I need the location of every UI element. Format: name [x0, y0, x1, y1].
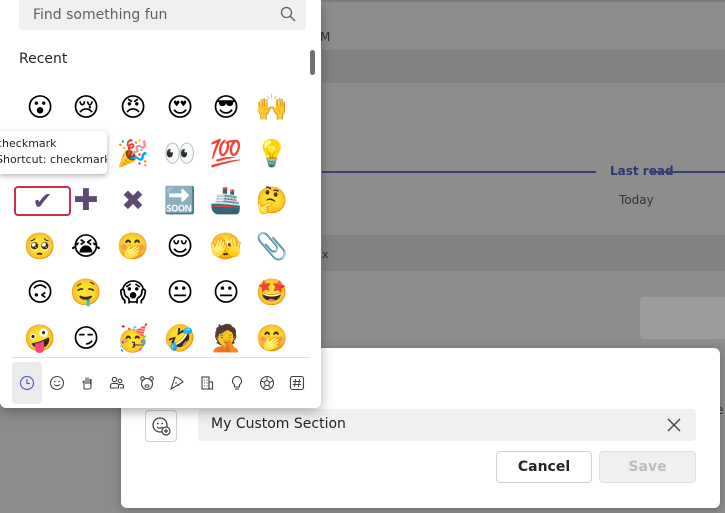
emoji-cell[interactable]: 🫣: [204, 225, 248, 269]
add-emoji-icon: [152, 417, 171, 436]
emoji-cell[interactable]: 😢: [64, 86, 108, 130]
building-icon: [201, 376, 214, 390]
emoji-tooltip: checkmark Shortcut: checkmark: [0, 131, 107, 174]
emoji-picker-button[interactable]: [145, 410, 177, 442]
emoji-cell[interactable]: 😏: [64, 317, 108, 354]
tooltip-shortcut: Shortcut: checkmark: [0, 153, 107, 166]
section-name-value: My Custom Section: [211, 416, 346, 432]
emoji-cell[interactable]: 🤤: [64, 271, 108, 315]
emoji-cell[interactable]: 🚢: [204, 179, 248, 223]
chat-row: [322, 50, 725, 83]
emoji-cell[interactable]: 🙌: [250, 86, 294, 130]
last-read-divider-right: [652, 171, 725, 173]
emoji-cell-checkmark-selected[interactable]: ✔: [14, 186, 71, 216]
emoji-cell[interactable]: ✚: [64, 179, 108, 223]
emoji-cell[interactable]: 🙃: [18, 271, 62, 315]
recent-section-title: Recent: [19, 51, 68, 67]
category-smileys[interactable]: [42, 362, 72, 404]
emoji-cell[interactable]: 😐: [204, 271, 248, 315]
emoji-cell[interactable]: 👀: [158, 132, 202, 176]
emoji-cell[interactable]: 🤣: [158, 317, 202, 354]
hashtag-icon: [289, 375, 305, 391]
category-objects[interactable]: [222, 362, 252, 404]
food-icon: [170, 376, 184, 391]
emoji-cell[interactable]: 😎: [204, 86, 248, 130]
emoji-cell[interactable]: 😠: [111, 86, 155, 130]
emoji-cell[interactable]: 🥺: [18, 225, 62, 269]
ball-icon: [259, 375, 275, 391]
category-gestures[interactable]: [72, 362, 102, 404]
emoji-cell[interactable]: 🎉: [111, 132, 155, 176]
emoji-cell[interactable]: 🔜: [158, 179, 202, 223]
emoji-cell[interactable]: 🤭: [111, 225, 155, 269]
category-bar: [12, 362, 310, 404]
search-icon: [280, 6, 296, 22]
smiley-icon: [49, 375, 65, 391]
emoji-cell[interactable]: 🤔: [250, 179, 294, 223]
emoji-picker: Find something fun Recent 😮 😢 😠 😍 😎 🙌 🎉 …: [0, 0, 321, 408]
emoji-cell[interactable]: 🤩: [250, 271, 294, 315]
emoji-cell[interactable]: 🥳: [111, 317, 155, 354]
category-activities[interactable]: [252, 362, 282, 404]
hand-icon: [82, 377, 92, 390]
emoji-cell[interactable]: 😱: [111, 271, 155, 315]
clear-icon[interactable]: [666, 417, 682, 433]
emoji-cell[interactable]: 🤦: [204, 317, 248, 354]
emoji-cell[interactable]: 😭: [64, 225, 108, 269]
people-icon: [109, 376, 125, 389]
category-places[interactable]: [192, 362, 222, 404]
search-placeholder: Find something fun: [33, 7, 168, 23]
emoji-cell[interactable]: 😌: [158, 225, 202, 269]
emoji-cell[interactable]: 📎: [250, 225, 294, 269]
clock-icon: [19, 375, 35, 391]
emoji-cell[interactable]: 😐: [158, 271, 202, 315]
emoji-cell[interactable]: 😮: [18, 86, 62, 130]
category-people[interactable]: [102, 362, 132, 404]
chat-row: [322, 235, 725, 271]
emoji-cell[interactable]: 🤪: [18, 317, 62, 354]
save-button[interactable]: Save: [599, 451, 696, 483]
section-name-input[interactable]: My Custom Section: [198, 409, 696, 441]
scrollbar[interactable]: [310, 50, 315, 75]
emoji-cell[interactable]: 😍: [158, 86, 202, 130]
emoji-cell[interactable]: 💯: [204, 132, 248, 176]
emoji-cell[interactable]: 💡: [250, 132, 294, 176]
message-time: M: [320, 30, 331, 44]
chat-row-text: x: [322, 248, 329, 261]
today-label: Today: [619, 193, 654, 207]
emoji-cell[interactable]: 🤭: [250, 317, 294, 354]
lightbulb-icon: [232, 375, 242, 390]
category-food[interactable]: [162, 362, 192, 404]
category-divider: [12, 357, 310, 358]
animal-icon: [140, 376, 154, 391]
category-recent[interactable]: [12, 362, 42, 404]
emoji-cell[interactable]: ✖: [111, 179, 155, 223]
tooltip-name: checkmark: [0, 137, 57, 150]
last-read-divider: [322, 171, 596, 173]
message-bubble: [640, 297, 725, 339]
cancel-button[interactable]: Cancel: [496, 451, 592, 483]
category-symbols[interactable]: [282, 362, 312, 404]
category-animals[interactable]: [132, 362, 162, 404]
emoji-search-input[interactable]: Find something fun: [19, 0, 306, 30]
emoji-grid: 😮 😢 😠 😍 😎 🙌 🎉 👀 💯 💡 ✔ ✚ ✖ 🔜 🚢 🤔 🥺 😭 🤭 😌 …: [12, 86, 302, 354]
